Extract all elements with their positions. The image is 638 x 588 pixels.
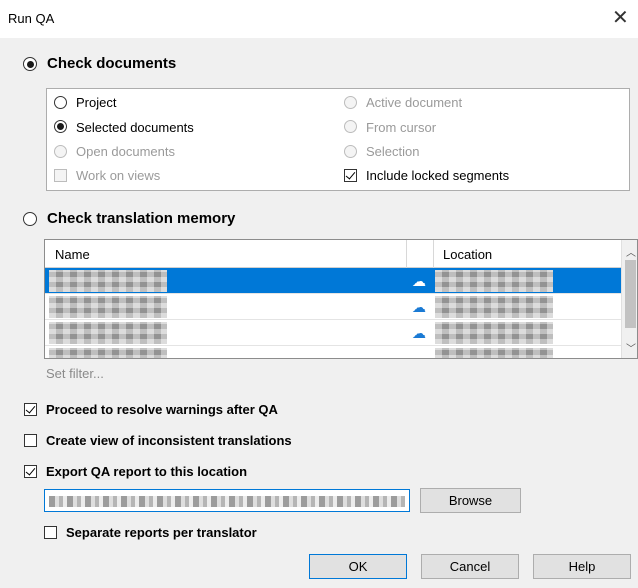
scroll-up-icon[interactable]: ︿: [626, 244, 636, 259]
tm-table-header: Name Location: [45, 240, 621, 268]
column-header-name[interactable]: Name: [55, 247, 90, 262]
selection-label: Selection: [366, 144, 420, 159]
column-divider: [433, 240, 434, 268]
proceed-resolve-checkbox[interactable]: [24, 403, 37, 416]
export-report-label: Export QA report to this location: [46, 464, 248, 479]
scrollbar-thumb[interactable]: [625, 260, 636, 328]
redacted-tm-name: [49, 270, 167, 292]
report-location-input[interactable]: [44, 489, 410, 512]
create-view-checkbox[interactable]: [24, 434, 37, 447]
tm-table: Name Location ☁ ☁ ☁ ☁ ︿ ﹀: [44, 239, 638, 359]
create-view-label: Create view of inconsistent translations: [46, 433, 292, 448]
proceed-resolve-label: Proceed to resolve warnings after QA: [46, 402, 278, 417]
redacted-tm-location: [435, 270, 553, 292]
redacted-tm-name: [49, 296, 167, 318]
redacted-tm-location: [435, 348, 553, 358]
from-cursor-radio: [344, 120, 357, 133]
cloud-icon: ☁: [412, 325, 426, 341]
column-header-location[interactable]: Location: [443, 247, 492, 262]
close-icon[interactable]: ✕: [612, 6, 629, 30]
separate-reports-checkbox[interactable]: [44, 526, 57, 539]
export-report-checkbox[interactable]: [24, 465, 37, 478]
selected-documents-label: Selected documents: [76, 120, 194, 135]
active-document-radio: [344, 96, 357, 109]
column-divider: [406, 240, 407, 268]
include-locked-checkbox[interactable]: [344, 169, 357, 182]
cloud-icon: ☁: [412, 299, 426, 315]
help-button[interactable]: Help: [533, 554, 631, 579]
browse-button[interactable]: Browse: [420, 488, 521, 513]
selection-radio: [344, 145, 357, 158]
work-on-views-checkbox: [54, 169, 67, 182]
tm-row[interactable]: ☁: [45, 320, 621, 346]
include-locked-label: Include locked segments: [366, 168, 510, 183]
redacted-tm-name: [49, 322, 167, 344]
check-documents-label: Check documents: [47, 55, 177, 72]
open-documents-radio: [54, 145, 67, 158]
redacted-tm-location: [435, 322, 553, 344]
check-tm-radio[interactable]: [23, 212, 37, 226]
redacted-report-path: [49, 496, 405, 507]
tm-row[interactable]: ☁: [45, 268, 621, 294]
project-radio[interactable]: [54, 96, 67, 109]
work-on-views-label: Work on views: [76, 168, 161, 183]
active-document-label: Active document: [366, 95, 463, 110]
cloud-icon: ☁: [412, 273, 426, 289]
check-documents-radio[interactable]: [23, 57, 37, 71]
scroll-down-icon[interactable]: ﹀: [626, 340, 636, 355]
cancel-button[interactable]: Cancel: [421, 554, 519, 579]
check-tm-label: Check translation memory: [47, 210, 236, 227]
title-bar: Run QA ✕: [0, 0, 638, 38]
tm-row[interactable]: ☁: [45, 294, 621, 320]
redacted-tm-name: [49, 348, 167, 358]
set-filter-link[interactable]: Set filter...: [46, 366, 104, 381]
ok-button[interactable]: OK: [309, 554, 407, 579]
project-label: Project: [76, 95, 117, 110]
from-cursor-label: From cursor: [366, 120, 437, 135]
cloud-icon: ☁: [412, 351, 426, 359]
window-title: Run QA: [8, 11, 55, 26]
redacted-tm-location: [435, 296, 553, 318]
tm-row[interactable]: ☁: [45, 346, 621, 359]
selected-documents-radio[interactable]: [54, 120, 67, 133]
open-documents-label: Open documents: [76, 144, 176, 159]
separate-reports-label: Separate reports per translator: [66, 525, 257, 540]
tm-table-scrollbar[interactable]: ︿ ﹀: [621, 240, 637, 358]
